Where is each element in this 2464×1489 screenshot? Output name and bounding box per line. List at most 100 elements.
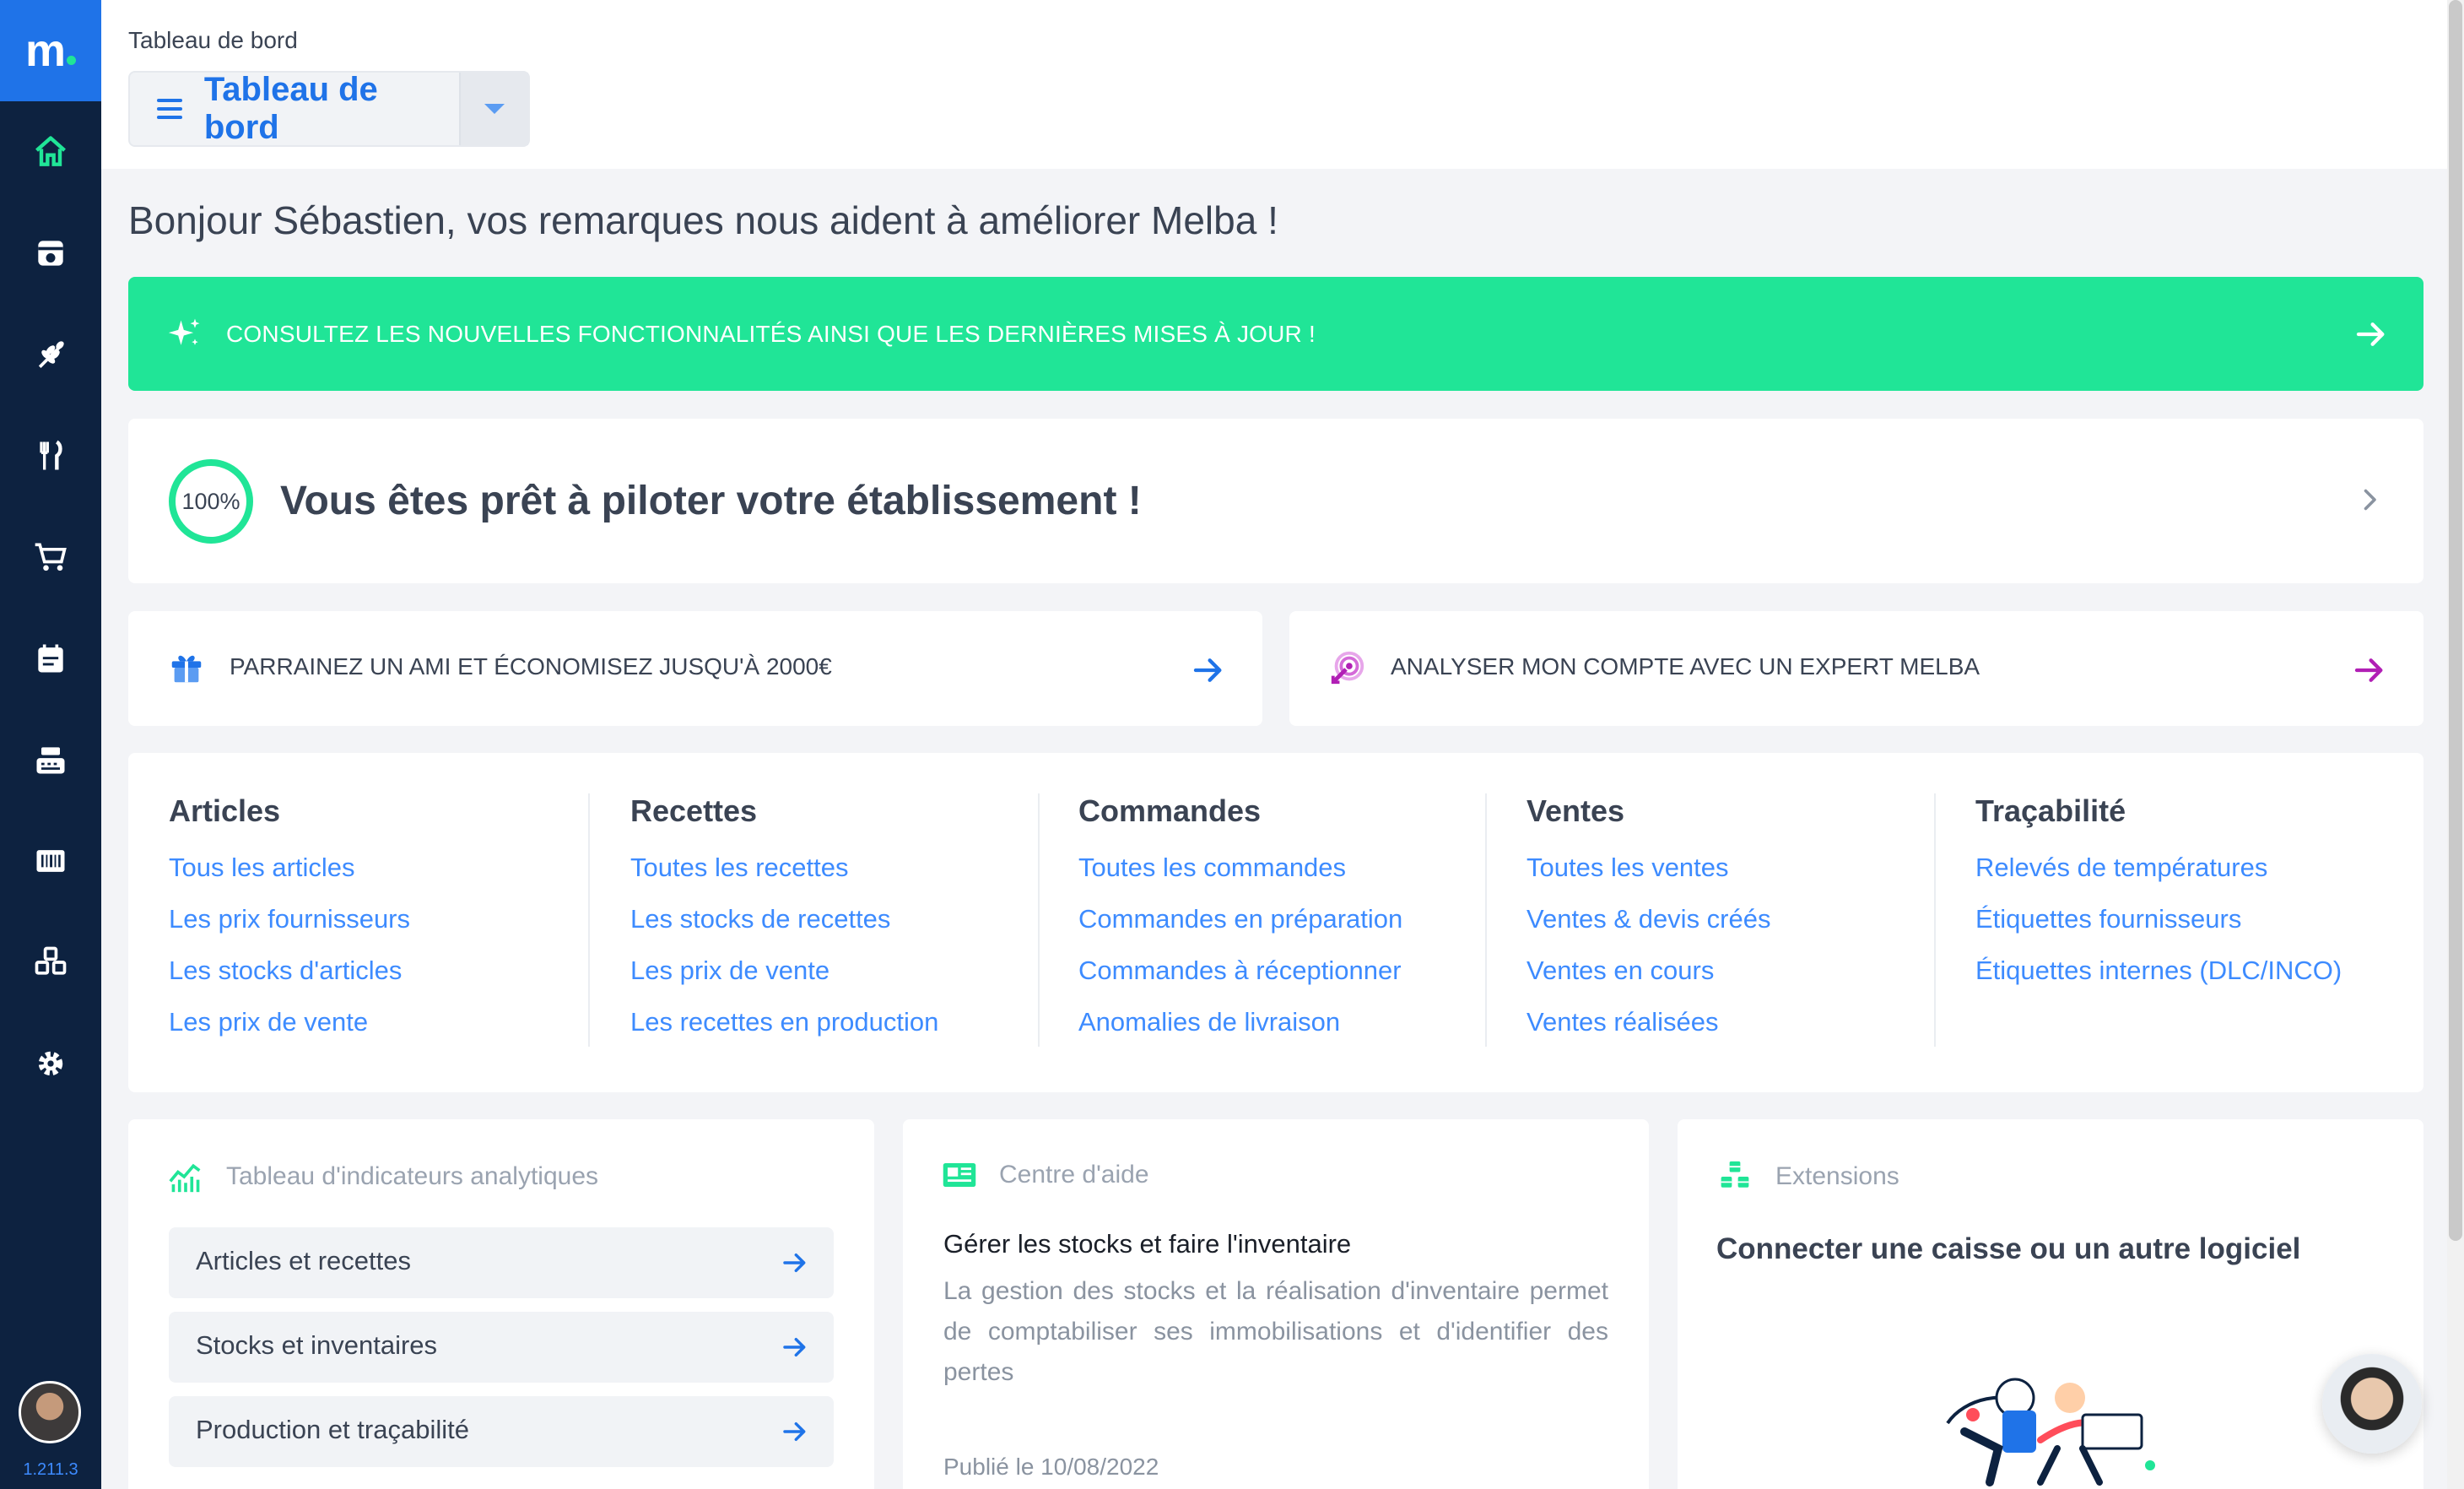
section-title: Articles: [169, 793, 281, 828]
section-title: Recettes: [630, 793, 758, 828]
updates-banner[interactable]: CONSULTEZ LES NOUVELLES FONCTIONNALITÉS …: [128, 277, 2423, 391]
menu-icon: [157, 99, 182, 119]
quick-link[interactable]: Tous les articles: [169, 853, 410, 904]
greeting-text: Bonjour Sébastien, vos remarques nous ai…: [128, 198, 1278, 242]
quick-link[interactable]: Étiquettes fournisseurs: [1975, 904, 2342, 956]
section-title: Ventes: [1526, 793, 1625, 828]
progress-ring: 100%: [169, 459, 253, 544]
arrow-right-icon: [2356, 322, 2385, 346]
sidebar: m 1.211.3: [0, 0, 101, 1489]
quick-links-card: Articles Tous les articles Les prix four…: [128, 753, 2423, 1092]
extensions-card: Extensions Connecter une caisse ou un au…: [1678, 1119, 2423, 1489]
quick-link[interactable]: Les prix de vente: [169, 1007, 410, 1059]
extensions-subtitle[interactable]: Connecter une caisse ou un autre logicie…: [1716, 1232, 2300, 1266]
calendar-icon[interactable]: [29, 636, 73, 680]
quick-link[interactable]: Toutes les commandes: [1078, 853, 1402, 904]
fork-knife-icon[interactable]: [29, 434, 73, 478]
scrollbar[interactable]: [2447, 0, 2464, 1489]
quick-link[interactable]: Ventes en cours: [1526, 956, 1771, 1007]
section-title: Traçabilité: [1975, 793, 2126, 828]
cubes-icon[interactable]: [29, 940, 73, 984]
barcode-icon[interactable]: [29, 839, 73, 883]
quick-link[interactable]: Les prix fournisseurs: [169, 904, 410, 956]
analytics-item-label: Articles et recettes: [196, 1246, 411, 1275]
caret-down-icon: [484, 104, 505, 114]
section-title: Commandes: [1078, 793, 1262, 828]
dashboard-dropdown-button[interactable]: [459, 73, 528, 145]
quick-link[interactable]: Toutes les ventes: [1526, 853, 1771, 904]
analytics-item[interactable]: Articles et recettes: [169, 1227, 834, 1298]
analytics-item[interactable]: Production et traçabilité: [169, 1396, 834, 1467]
cart-icon[interactable]: [29, 535, 73, 579]
extensions-header: Extensions: [1716, 1160, 1899, 1194]
logo-dot: [67, 55, 76, 65]
expert-analysis-text: ANALYSER MON COMPTE AVEC UN EXPERT MELBA: [1391, 653, 1980, 680]
analytics-title: Tableau d'indicateurs analytiques: [226, 1162, 599, 1190]
page-header: Tableau de bord Tableau de bord: [101, 0, 2447, 169]
extensions-title: Extensions: [1775, 1162, 1899, 1190]
integration-illustration: [1946, 1378, 2155, 1486]
help-article-description: La gestion des stocks et la réalisation …: [943, 1277, 1608, 1386]
quick-link[interactable]: Les recettes en production: [630, 1007, 938, 1059]
quick-link[interactable]: Anomalies de livraison: [1078, 1007, 1402, 1059]
quick-links-tracabilite: Traçabilité Relevés de températures Étiq…: [1975, 787, 2342, 1059]
quick-links-articles: Articles Tous les articles Les prix four…: [169, 787, 410, 1059]
analytics-item[interactable]: Stocks et inventaires: [169, 1312, 834, 1383]
column-divider: [588, 793, 590, 1047]
dashboard-selector: Tableau de bord: [128, 71, 530, 147]
home-icon[interactable]: [29, 130, 73, 174]
inventory-icon[interactable]: [29, 231, 73, 275]
gear-icon[interactable]: [29, 1042, 73, 1086]
analytics-item-label: Production et traçabilité: [196, 1415, 469, 1444]
help-article-title[interactable]: Gérer les stocks et faire l'inventaire: [943, 1229, 1351, 1259]
target-icon: [1331, 651, 1364, 685]
chart-icon: [169, 1163, 201, 1193]
sparkles-icon: [168, 318, 200, 345]
quick-links-ventes: Ventes Toutes les ventes Ventes & devis …: [1526, 787, 1771, 1059]
gift-icon: [171, 655, 202, 683]
help-header: Centre d'aide: [942, 1160, 1149, 1190]
help-article-date: Publié le 10/08/2022: [943, 1454, 1159, 1480]
quick-link[interactable]: Ventes réalisées: [1526, 1007, 1771, 1059]
column-divider: [1485, 793, 1487, 1047]
quick-links-commandes: Commandes Toutes les commandes Commandes…: [1078, 787, 1402, 1059]
cubes-icon: [1721, 1161, 1749, 1188]
quick-link[interactable]: Commandes en préparation: [1078, 904, 1402, 956]
arrow-right-icon: [2354, 658, 2383, 682]
melba-logo[interactable]: m: [0, 0, 101, 101]
quick-link[interactable]: Les stocks de recettes: [630, 904, 938, 956]
arrow-right-icon: [1193, 658, 1222, 682]
support-chat-button[interactable]: [2322, 1354, 2422, 1454]
cash-register-icon[interactable]: [29, 738, 73, 782]
quick-link[interactable]: Relevés de températures: [1975, 853, 2342, 904]
banner-text: CONSULTEZ LES NOUVELLES FONCTIONNALITÉS …: [226, 320, 1316, 347]
quick-link[interactable]: Ventes & devis créés: [1526, 904, 1771, 956]
dashboard-title-button[interactable]: Tableau de bord: [130, 71, 461, 146]
analytics-item-label: Stocks et inventaires: [196, 1330, 438, 1360]
referral-text: PARRAINEZ UN AMI ET ÉCONOMISEZ JUSQU'À 2…: [230, 653, 832, 680]
quick-link[interactable]: Toutes les recettes: [630, 853, 938, 904]
analytics-header: Tableau d'indicateurs analytiques: [167, 1160, 598, 1194]
expert-analysis-card[interactable]: ANALYSER MON COMPTE AVEC UN EXPERT MELBA: [1289, 611, 2423, 726]
page-title: Tableau de bord: [203, 71, 378, 146]
onboarding-text: Vous êtes prêt à piloter votre établisse…: [280, 479, 1142, 523]
arrow-right-icon: [783, 1253, 806, 1273]
arrow-right-icon: [783, 1337, 806, 1357]
quick-link[interactable]: Commandes à réceptionner: [1078, 956, 1402, 1007]
breadcrumb[interactable]: Tableau de bord: [128, 27, 298, 54]
scrollbar-thumb[interactable]: [2449, 0, 2462, 1241]
quick-links-recettes: Recettes Toutes les recettes Les stocks …: [630, 787, 938, 1059]
quick-link[interactable]: Étiquettes internes (DLC/INCO): [1975, 956, 2342, 1007]
app-version: 1.211.3: [23, 1460, 78, 1479]
user-avatar[interactable]: [19, 1381, 81, 1443]
quick-link[interactable]: Les stocks d'articles: [169, 956, 410, 1007]
quick-link[interactable]: Les prix de vente: [630, 956, 938, 1007]
wheat-icon[interactable]: [29, 333, 73, 376]
logo-letter: m: [24, 25, 66, 76]
onboarding-card[interactable]: 100% Vous êtes prêt à piloter votre étab…: [128, 419, 2423, 583]
progress-value: 100%: [181, 488, 240, 514]
column-divider: [1934, 793, 1936, 1047]
help-center-card: Centre d'aide Gérer les stocks et faire …: [903, 1119, 1649, 1489]
analytics-card: Tableau d'indicateurs analytiques Articl…: [128, 1119, 874, 1489]
referral-card[interactable]: PARRAINEZ UN AMI ET ÉCONOMISEZ JUSQU'À 2…: [128, 611, 1262, 726]
